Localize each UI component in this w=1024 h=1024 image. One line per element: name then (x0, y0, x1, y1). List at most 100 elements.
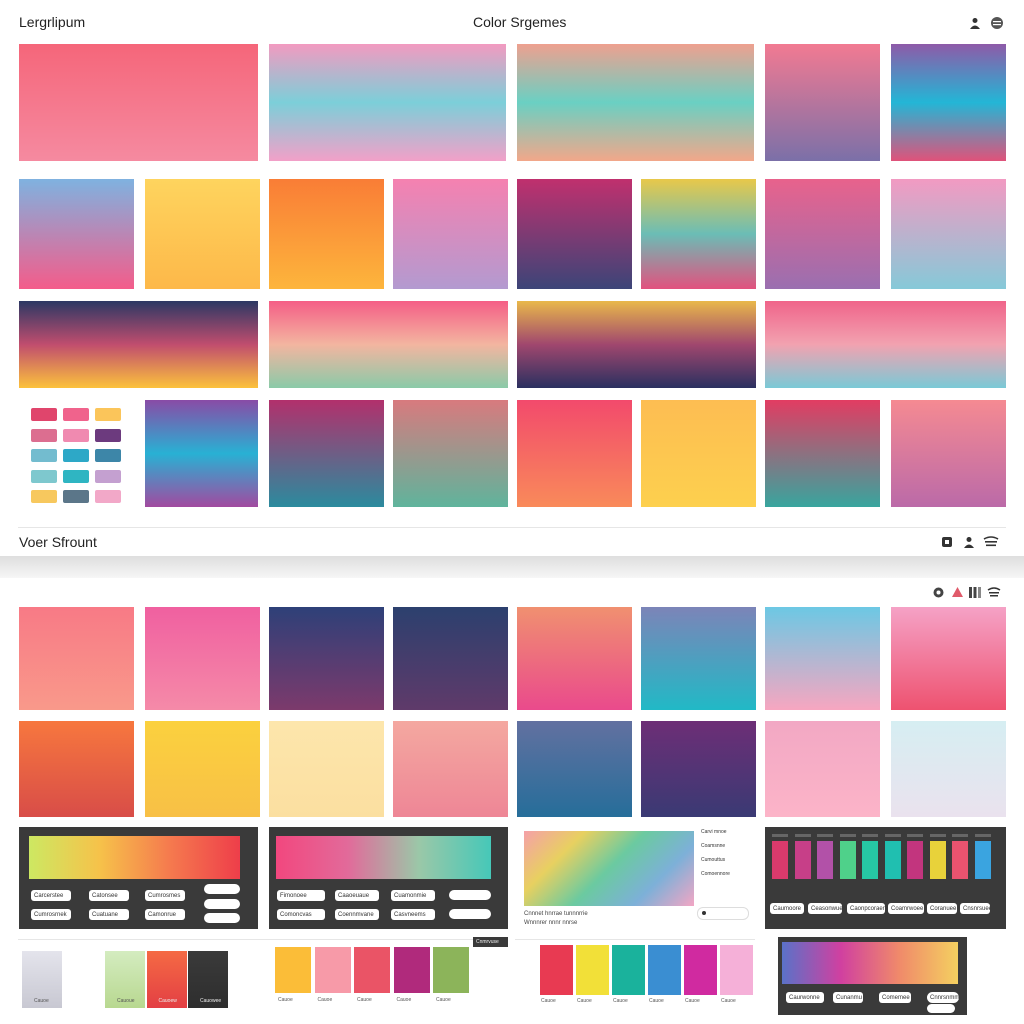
bars-icon[interactable] (967, 584, 983, 600)
gradient-swatch[interactable] (19, 179, 134, 289)
palette-chip[interactable] (31, 428, 57, 442)
color-bar[interactable] (839, 841, 856, 879)
gradient-swatch[interactable] (269, 179, 384, 289)
color-tile[interactable] (314, 947, 351, 993)
palette-chip[interactable] (95, 449, 121, 462)
gradient-swatch[interactable] (19, 607, 134, 710)
color-tile[interactable] (576, 945, 609, 995)
option-button[interactable]: Caonpcoraer (847, 903, 885, 914)
option-button[interactable]: Cuatuane (89, 909, 129, 920)
gradient-swatch[interactable] (765, 179, 880, 289)
option-button[interactable]: Cunanmu (833, 992, 863, 1003)
option-button[interactable]: Cuamonmie (391, 890, 435, 901)
option-button[interactable]: Fimonoee (277, 890, 325, 901)
gradient-swatch[interactable] (269, 607, 384, 710)
menu-icon[interactable] (983, 534, 999, 550)
option-button[interactable]: Catonsee (89, 890, 129, 901)
option-button[interactable]: Caumoore (770, 903, 804, 914)
gradient-swatch[interactable] (517, 607, 632, 710)
option-button[interactable]: Comemee (879, 992, 911, 1003)
color-tile[interactable] (684, 945, 717, 995)
palette-chip[interactable] (31, 408, 57, 421)
gradient-swatch[interactable] (393, 607, 508, 710)
gradient-swatch[interactable] (19, 301, 258, 388)
gradient-swatch[interactable] (145, 400, 258, 507)
gradient-swatch[interactable] (891, 721, 1006, 817)
option-button[interactable]: Cumrosmes (145, 890, 185, 901)
gradient-swatch[interactable] (891, 44, 1006, 161)
gradient-swatch[interactable] (765, 400, 880, 507)
color-bar[interactable] (929, 841, 946, 879)
option-button[interactable]: Cnnrsnmmer (927, 992, 959, 1003)
color-tile[interactable] (275, 947, 311, 993)
toggle-button[interactable] (204, 913, 240, 923)
color-bar[interactable] (794, 841, 811, 879)
color-bar[interactable] (862, 841, 878, 879)
option-button[interactable]: Caurwonne (786, 992, 824, 1003)
color-tile[interactable] (540, 945, 573, 995)
gradient-swatch[interactable] (765, 607, 880, 710)
gradient-swatch[interactable] (145, 179, 260, 289)
user-icon[interactable] (967, 15, 983, 31)
color-tile[interactable] (433, 947, 469, 993)
box-icon[interactable] (939, 534, 955, 550)
triangle-icon[interactable] (949, 584, 965, 600)
option-button[interactable]: Comoncvas (277, 909, 325, 920)
option-button[interactable]: Coamrwoee (888, 903, 924, 914)
option-button[interactable]: Camonrue (145, 909, 185, 920)
gradient-swatch[interactable] (891, 400, 1006, 507)
gradient-swatch[interactable] (517, 44, 754, 161)
gradient-swatch[interactable] (393, 179, 508, 289)
color-tile[interactable] (354, 947, 390, 993)
toggle-button[interactable] (449, 909, 491, 919)
gradient-swatch[interactable] (145, 721, 260, 817)
gradient-swatch[interactable] (269, 44, 506, 161)
gradient-swatch[interactable] (19, 44, 258, 161)
gradient-swatch[interactable] (891, 607, 1006, 710)
palette-chip[interactable] (31, 449, 57, 462)
toggle-button[interactable] (204, 884, 240, 894)
gradient-swatch[interactable] (145, 607, 260, 710)
gradient-swatch[interactable] (641, 179, 756, 289)
gradient-swatch[interactable] (517, 179, 632, 289)
color-tile[interactable] (648, 945, 681, 995)
gradient-swatch[interactable] (641, 607, 756, 710)
palette-chip[interactable] (63, 408, 89, 421)
option-button[interactable]: Cnsnrsuee (960, 903, 990, 914)
color-tile[interactable] (720, 945, 753, 995)
circle-icon[interactable] (930, 584, 946, 600)
gradient-swatch[interactable] (765, 721, 880, 817)
gradient-swatch[interactable] (269, 301, 508, 388)
gradient-swatch[interactable] (641, 400, 756, 507)
palette-chip[interactable] (95, 469, 121, 483)
gradient-swatch[interactable] (517, 301, 756, 388)
palette-chip[interactable] (95, 408, 121, 421)
option-button[interactable]: Coranuee (927, 903, 957, 914)
option-button[interactable]: Casvneems (391, 909, 435, 920)
palette-chip[interactable] (63, 490, 89, 503)
gradient-swatch[interactable] (269, 721, 384, 817)
color-tile[interactable] (393, 947, 430, 993)
color-bar[interactable] (772, 841, 788, 879)
palette-chip[interactable] (31, 490, 57, 503)
palette-chip[interactable] (95, 428, 121, 442)
menu-icon[interactable] (986, 584, 1002, 600)
palette-chip[interactable] (31, 469, 57, 483)
palette-chip[interactable] (63, 469, 89, 483)
color-bar[interactable] (974, 841, 991, 879)
color-tile[interactable] (612, 945, 645, 995)
gradient-swatch[interactable] (765, 44, 880, 161)
gradient-swatch[interactable] (393, 400, 508, 507)
gradient-swatch[interactable] (517, 721, 632, 817)
color-tile[interactable] (63, 951, 104, 1008)
option-button[interactable]: Cumrosrnek (31, 909, 71, 920)
toggle-button[interactable] (927, 1004, 955, 1013)
gradient-swatch[interactable] (765, 301, 1006, 388)
color-bar[interactable] (817, 841, 833, 879)
gradient-swatch[interactable] (517, 400, 632, 507)
color-bar[interactable] (884, 841, 901, 879)
gradient-swatch[interactable] (641, 721, 756, 817)
gradient-swatch[interactable] (19, 721, 134, 817)
color-bar[interactable] (907, 841, 923, 879)
gradient-swatch[interactable] (393, 721, 508, 817)
